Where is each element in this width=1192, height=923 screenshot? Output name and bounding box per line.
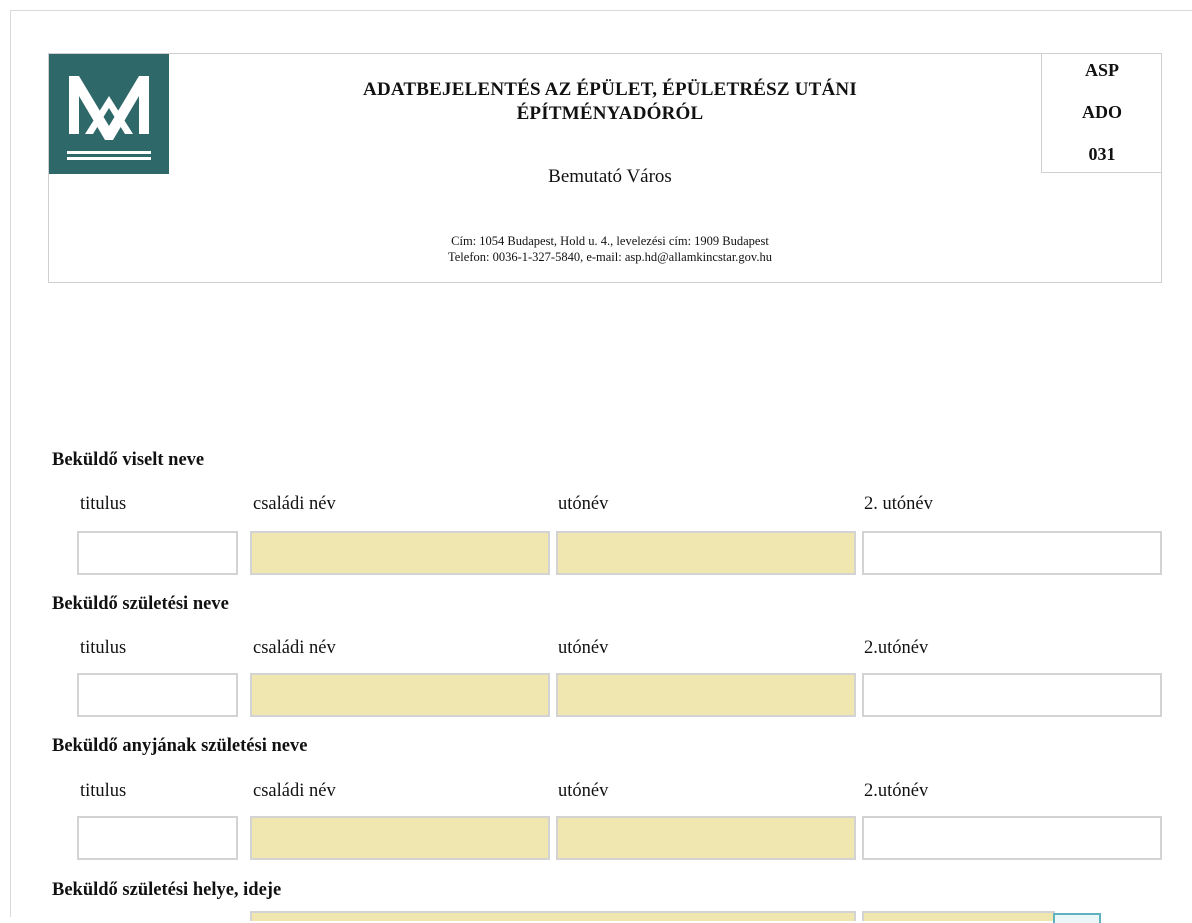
city-name: Bemutató Város [548,166,672,187]
label-title: titulus [80,781,127,801]
birth-name-family-field[interactable] [250,673,550,717]
label-second-first-name: 2.utónév [864,781,929,801]
current-name-family-input[interactable] [252,533,548,573]
birth-name-title-field[interactable] [77,673,238,717]
mother-name-second-field[interactable] [862,816,1162,860]
birth-name-first-field[interactable] [556,673,856,717]
page-frame-left [10,10,11,917]
birth-name-first-input[interactable] [558,675,854,715]
form-code-line-1: ASP [1084,60,1119,80]
label-second-first-name: 2.utónév [864,638,929,658]
section-title-birth-name: Beküldő születési neve [52,594,229,614]
current-name-title-field[interactable] [77,531,238,575]
birth-name-title-input[interactable] [79,675,236,715]
treasury-logo-icon [49,54,169,174]
label-title: titulus [80,638,127,658]
section-title-birth-place-date: Beküldő születési helye, ideje [52,880,282,900]
form-code-line-2: ADO [1082,102,1122,122]
current-name-first-input[interactable] [558,533,854,573]
mother-name-family-input[interactable] [252,818,548,858]
form-title-line-2: ÉPÍTMÉNYADÓRÓL [516,103,704,124]
birth-date-field[interactable] [862,911,1055,921]
office-address: Cím: 1054 Budapest, Hold u. 4., levelezé… [250,233,970,265]
current-name-title-input[interactable] [79,533,236,573]
birth-name-second-input[interactable] [864,675,1160,715]
mother-name-family-field[interactable] [250,816,550,860]
mother-name-title-field[interactable] [77,816,238,860]
form-code-line-3: 031 [1088,144,1116,164]
address-line-1: Cím: 1054 Budapest, Hold u. 4., levelezé… [451,234,769,248]
birth-name-family-input[interactable] [252,675,548,715]
form-title: ADATBEJELENTÉS AZ ÉPÜLET, ÉPÜLETRÉSZ UTÁ… [250,78,970,126]
section-title-mother-name: Beküldő anyjának születési neve [52,736,308,756]
mother-name-second-input[interactable] [864,818,1160,858]
address-line-2: Telefon: 0036-1-327-5840, e-mail: asp.hd… [448,250,772,264]
current-name-second-input[interactable] [864,533,1160,573]
label-first-name: utónév [558,638,609,658]
calendar-icon[interactable] [1053,913,1101,923]
label-title: titulus [80,494,127,514]
mother-name-title-input[interactable] [79,818,236,858]
label-second-first-name: 2. utónév [864,494,933,514]
form-code-box: ASP ADO 031 [1041,54,1161,173]
current-name-family-field[interactable] [250,531,550,575]
page-frame-top [10,10,1192,11]
current-name-second-field[interactable] [862,531,1162,575]
mother-name-first-input[interactable] [558,818,854,858]
label-first-name: utónév [558,494,609,514]
label-first-name: utónév [558,781,609,801]
mother-name-first-field[interactable] [556,816,856,860]
birth-name-second-field[interactable] [862,673,1162,717]
current-name-first-field[interactable] [556,531,856,575]
label-family-name: családi név [253,494,336,514]
label-family-name: családi név [253,638,336,658]
birth-place-field[interactable] [250,911,856,921]
section-title-current-name: Beküldő viselt neve [52,450,205,470]
form-title-line-1: ADATBEJELENTÉS AZ ÉPÜLET, ÉPÜLETRÉSZ UTÁ… [363,79,857,100]
label-family-name: családi név [253,781,336,801]
